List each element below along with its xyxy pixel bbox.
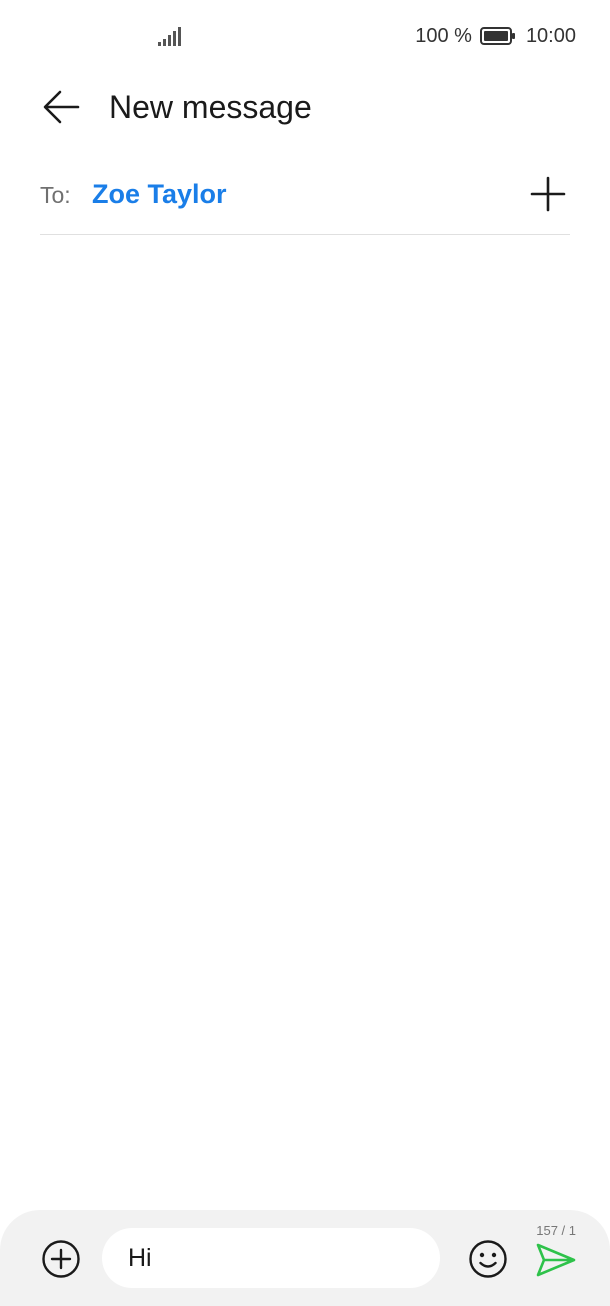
app-bar: New message [0,72,610,142]
plus-icon [530,176,566,212]
status-bar: 100 % 10:00 [0,0,610,72]
signal-bars-icon [158,27,181,46]
status-time: 10:00 [525,24,576,47]
to-label: To: [40,182,71,208]
message-text: Hi [128,1243,152,1272]
attach-button[interactable] [40,1238,82,1280]
battery-full-icon [479,27,515,45]
add-recipient-button[interactable] [528,174,568,214]
add-circle-icon [42,1240,80,1278]
send-arrow-icon [536,1243,576,1277]
back-button[interactable] [40,86,82,128]
battery-percent: 100 % [415,24,472,47]
char-counter: 157 / 1 [536,1223,576,1238]
recipient-name[interactable]: Zoe Taylor [92,177,227,211]
arrow-left-icon [43,90,80,124]
emoji-button[interactable] [468,1239,508,1279]
compose-bar: Hi 157 / 1 [0,1210,610,1306]
message-input[interactable]: Hi [102,1228,440,1288]
page-title: New message [109,89,312,125]
smiley-icon [469,1240,507,1278]
status-right-group: 100 % 10:00 [415,22,576,50]
recipient-row[interactable]: To: Zoe Taylor [40,160,570,235]
send-button[interactable] [534,1240,578,1280]
